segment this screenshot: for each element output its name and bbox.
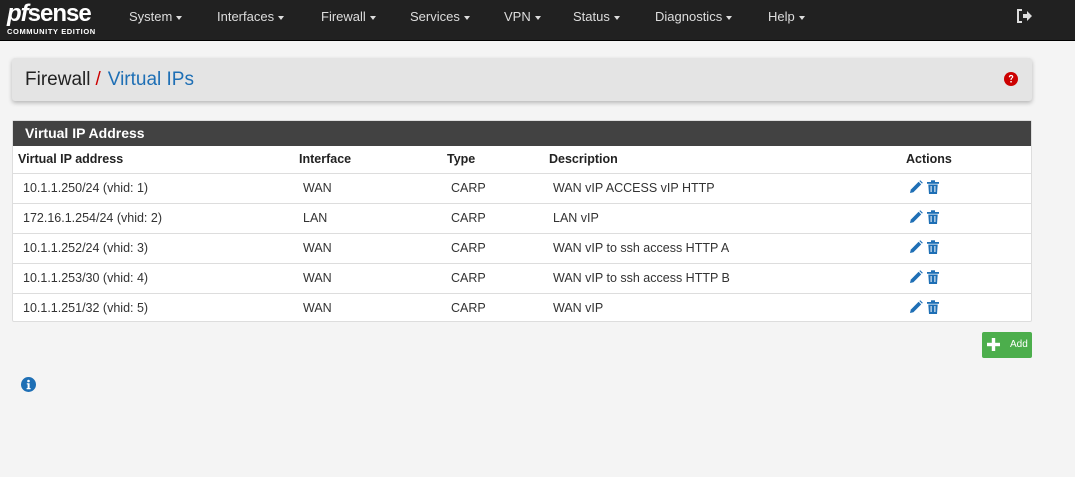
cell-address: 172.16.1.254/24 (vhid: 2) [23,211,162,225]
nav-vpn[interactable]: VPN [504,0,541,34]
trash-icon[interactable] [926,300,940,314]
header-type: Type [447,152,476,166]
pencil-icon[interactable] [909,180,923,194]
pencil-icon[interactable] [909,210,923,224]
pencil-icon[interactable] [909,270,923,284]
pencil-icon[interactable] [909,240,923,254]
question-circle-icon[interactable] [1004,72,1018,86]
logo-pf: pf [7,0,29,27]
header-interface: Interface [299,152,352,166]
cell-type: CARP [451,241,486,255]
cell-type: CARP [451,271,486,285]
caret-down-icon [278,15,285,20]
caret-down-icon [726,15,733,20]
cell-description: LAN vIP [553,211,599,225]
add-button[interactable]: Add [982,332,1032,358]
cell-type: CARP [451,181,486,195]
breadcrumb-firewall: Firewall [25,69,91,90]
table-row: 10.1.1.251/32 (vhid: 5) WAN CARP WAN vIP [13,293,1031,323]
panel-title: Virtual IP Address [13,121,1031,146]
pencil-icon[interactable] [909,300,923,314]
nav-diagnostics[interactable]: Diagnostics [655,0,733,34]
cell-address: 10.1.1.253/30 (vhid: 4) [23,271,149,285]
sign-out-icon[interactable] [1016,9,1032,23]
trash-icon[interactable] [926,240,940,254]
header-actions: Actions [906,152,952,166]
cell-interface: LAN [303,211,328,225]
trash-icon[interactable] [926,210,940,224]
info-circle-icon[interactable] [21,377,36,392]
cell-description: WAN vIP to ssh access HTTP A [553,241,730,255]
table-row: 10.1.1.250/24 (vhid: 1) WAN CARP WAN vIP… [13,173,1031,203]
logo-sense: sense [27,0,92,27]
caret-down-icon [798,15,805,20]
plus-icon [987,338,1000,351]
nav-status[interactable]: Status [573,0,620,34]
cell-address: 10.1.1.252/24 (vhid: 3) [23,241,149,255]
logo-edition: COMMUNITY EDITION [7,27,96,36]
cell-interface: WAN [303,181,332,195]
caret-down-icon [463,15,470,20]
trash-icon[interactable] [926,180,940,194]
table-row: 172.16.1.254/24 (vhid: 2) LAN CARP LAN v… [13,203,1031,233]
caret-down-icon [369,15,376,20]
cell-address: 10.1.1.250/24 (vhid: 1) [23,181,149,195]
cell-interface: WAN [303,301,332,315]
nav-help[interactable]: Help [768,0,805,34]
cell-description: WAN vIP ACCESS vIP HTTP [553,181,715,195]
cell-interface: WAN [303,241,332,255]
pfsense-logo[interactable]: pfsense COMMUNITY EDITION [7,0,103,37]
nav-firewall[interactable]: Firewall [321,0,376,34]
breadcrumb-panel: Firewall / Virtual IPs [12,58,1032,101]
top-navbar: pfsense COMMUNITY EDITION System Interfa… [0,0,1075,41]
nav-interfaces[interactable]: Interfaces [217,0,285,34]
nav-system[interactable]: System [129,0,183,34]
header-description: Description [549,152,618,166]
cell-description: WAN vIP [553,301,604,315]
table-row: 10.1.1.252/24 (vhid: 3) WAN CARP WAN vIP… [13,233,1031,263]
breadcrumb-separator: / [95,69,101,90]
header-virtual-ip-address: Virtual IP address [18,152,124,166]
cell-type: CARP [451,211,486,225]
caret-down-icon [534,15,541,20]
table-row: 10.1.1.253/30 (vhid: 4) WAN CARP WAN vIP… [13,263,1031,293]
nav-services[interactable]: Services [410,0,470,34]
breadcrumb: Firewall / Virtual IPs [25,69,194,91]
trash-icon[interactable] [926,270,940,284]
cell-description: WAN vIP to ssh access HTTP B [553,271,730,285]
cell-interface: WAN [303,271,332,285]
cell-address: 10.1.1.251/32 (vhid: 5) [23,301,149,315]
add-button-label: Add [1010,339,1028,350]
virtual-ip-panel: Virtual IP Address Virtual IP address In… [12,120,1032,322]
caret-down-icon [176,15,183,20]
cell-type: CARP [451,301,486,315]
caret-down-icon [613,15,620,20]
breadcrumb-virtual-ips-link[interactable]: Virtual IPs [108,69,194,90]
